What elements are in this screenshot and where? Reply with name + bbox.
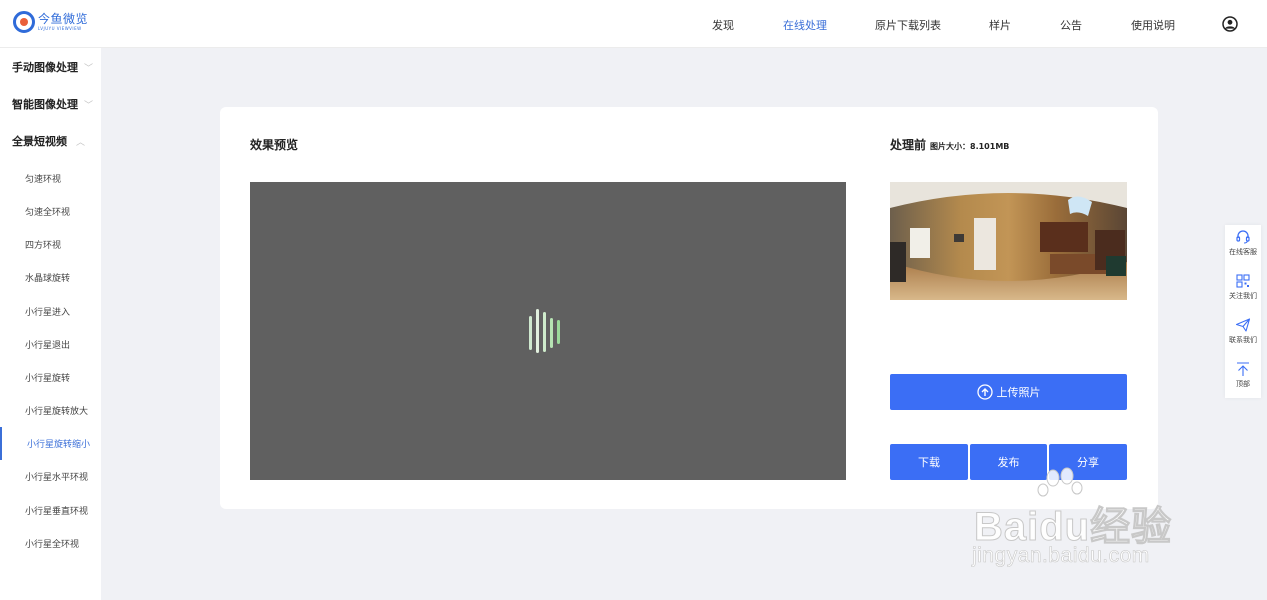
watermark-url: jingyan.baidu.com: [972, 544, 1150, 568]
arrow-top-icon: [1237, 362, 1249, 376]
sidebar-item-asteroid-rotate-zoom-out[interactable]: 小行星旋转缩小: [27, 437, 90, 450]
chevron-up-icon: ︿: [76, 138, 86, 148]
nav-samples[interactable]: 样片: [989, 17, 1011, 33]
float-label: 联系我们: [1229, 336, 1257, 344]
sidebar-item-asteroid-horizontal[interactable]: 小行星水平环视: [25, 470, 88, 483]
float-follow-us[interactable]: 关注我们: [1225, 273, 1261, 301]
publish-button[interactable]: 发布: [970, 444, 1047, 480]
upload-photo-button[interactable]: 上传照片: [890, 374, 1127, 410]
nav-instructions[interactable]: 使用说明: [1131, 17, 1175, 33]
sidebar-item-asteroid-rotate-zoom-in[interactable]: 小行星旋转放大: [25, 404, 88, 417]
sidebar-group-label: 智能图像处理: [12, 98, 78, 111]
download-button[interactable]: 下载: [890, 444, 968, 480]
share-button[interactable]: 分享: [1049, 444, 1127, 480]
sidebar-item-asteroid-vertical[interactable]: 小行星垂直环视: [25, 504, 88, 517]
float-label: 顶部: [1236, 380, 1250, 388]
paper-plane-icon: [1235, 318, 1251, 332]
sidebar-group-manual[interactable]: 手动图像处理 ﹀: [12, 59, 93, 75]
preview-title: 效果预览: [250, 138, 299, 152]
logo[interactable]: 今鱼微览 LVJUYU VIEWVIEW: [13, 11, 88, 33]
sidebar-group-label: 全景短视频: [12, 135, 67, 148]
sidebar: 手动图像处理 ﹀ 智能图像处理 ﹀ 全景短视频 ︿ 匀速环视 匀速全环视 四方环视 水…: [0, 48, 101, 600]
headset-icon: [1236, 230, 1250, 244]
nav-original-download-list[interactable]: 原片下载列表: [875, 17, 941, 33]
float-label: 在线客服: [1229, 248, 1257, 256]
sidebar-item-uniform-full-look[interactable]: 匀速全环视: [25, 205, 70, 218]
sidebar-item-four-way-look[interactable]: 四方环视: [25, 238, 61, 251]
user-circle-icon[interactable]: [1222, 16, 1238, 32]
nav-discover[interactable]: 发现: [712, 17, 734, 33]
float-label: 关注我们: [1229, 292, 1257, 300]
sidebar-item-asteroid-rotate[interactable]: 小行星旋转: [25, 371, 70, 384]
loading-icon: [529, 309, 560, 353]
sidebar-item-asteroid-enter[interactable]: 小行星进入: [25, 305, 70, 318]
upload-label: 上传照片: [996, 386, 1041, 399]
qrcode-icon: [1236, 274, 1250, 288]
logo-name: 今鱼微览: [38, 12, 89, 26]
nav-online-processing[interactable]: 在线处理: [783, 17, 827, 33]
sidebar-active-indicator: [0, 427, 2, 460]
panorama-thumbnail: [890, 182, 1127, 300]
chevron-down-icon: ﹀: [84, 64, 94, 74]
upload-icon: [976, 384, 993, 400]
sidebar-item-asteroid-exit[interactable]: 小行星退出: [25, 338, 70, 351]
image-size-label: 图片大小：8.101MB: [930, 142, 1010, 151]
sidebar-item-asteroid-full[interactable]: 小行星全环视: [25, 537, 79, 550]
float-online-service[interactable]: 在线客服: [1225, 229, 1261, 257]
sidebar-item-uniform-look[interactable]: 匀速环视: [25, 172, 61, 185]
floating-toolbar: 在线客服 关注我们 联系我们 顶部: [1225, 225, 1261, 398]
top-navbar: 今鱼微览 LVJUYU VIEWVIEW 发现 在线处理 原片下载列表 样片 公…: [0, 0, 1267, 48]
logo-icon: [13, 11, 35, 33]
float-contact-us[interactable]: 联系我们: [1225, 317, 1261, 345]
logo-subtitle: LVJUYU VIEWVIEW: [38, 26, 82, 31]
chevron-down-icon: ﹀: [84, 101, 94, 111]
nav-announcements[interactable]: 公告: [1060, 17, 1082, 33]
sidebar-group-panorama-video[interactable]: 全景短视频 ︿: [12, 133, 85, 149]
before-heading: 处理前: [890, 138, 927, 152]
float-back-to-top[interactable]: 顶部: [1225, 361, 1261, 389]
sidebar-item-crystal-ball[interactable]: 水晶球旋转: [25, 271, 70, 284]
before-title: 处理前 图片大小：8.101MB: [890, 136, 1009, 153]
sidebar-group-label: 手动图像处理: [12, 61, 78, 74]
sidebar-group-smart[interactable]: 智能图像处理 ﹀: [12, 96, 93, 112]
